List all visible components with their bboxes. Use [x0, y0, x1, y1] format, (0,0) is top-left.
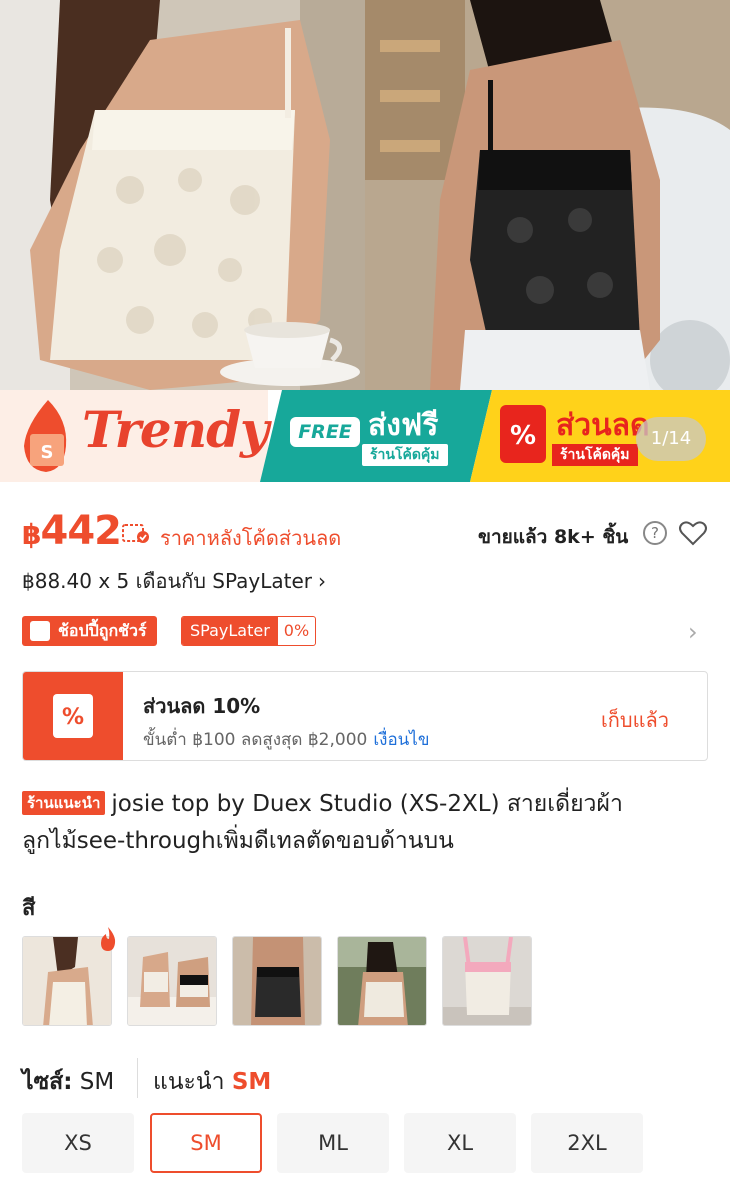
color-swatch-3[interactable] — [232, 936, 322, 1026]
product-title: ร้านแนะนำ josie top by Duex Studio (XS-2X… — [22, 786, 702, 860]
voucher-collected-button[interactable]: เก็บแล้ว — [601, 704, 669, 736]
voucher-card: % ส่วนลด 10% ขั้นต่ำ ฿100 ลดสูงสุด ฿2,00… — [22, 671, 708, 761]
product-price: ฿442 — [22, 508, 122, 554]
spay-rate: 0% — [283, 621, 310, 640]
size-option-2xl[interactable]: 2XL — [531, 1113, 643, 1173]
size-label: ไซส์: SM — [22, 1064, 114, 1100]
spaylater-badge[interactable]: SPayLater 0% — [181, 616, 317, 646]
shopee-bag-icon: S — [24, 400, 67, 472]
help-icon[interactable]: ? — [643, 521, 667, 545]
voucher-condition: ขั้นต่ำ ฿100 ลดสูงสุด ฿2,000 เงื่อนไข — [143, 726, 429, 753]
installment-text: ฿88.40 x 5 เดือนกับ SPayLater — [22, 569, 312, 593]
recommended-shop-tag: ร้านแนะนำ — [22, 791, 106, 815]
product-photo — [0, 0, 730, 390]
sold-count: ขายแล้ว 8k+ ชิ้น — [478, 526, 629, 548]
swatch-image — [338, 937, 426, 1025]
free-shipping-sub: ร้านโค้ดคุ้ม — [362, 444, 448, 466]
color-label: สี — [22, 896, 36, 921]
currency-symbol: ฿ — [22, 518, 42, 551]
discount-sub: ร้านโค้ดคุ้ม — [552, 444, 638, 466]
badges-chevron-icon[interactable]: › — [688, 618, 698, 646]
size-option-xl[interactable]: XL — [404, 1113, 516, 1173]
price-note: ราคาหลังโค้ดส่วนลด — [160, 526, 342, 550]
selected-size: SM — [79, 1069, 115, 1095]
recommend-value: SM — [231, 1069, 272, 1095]
swatch-image — [233, 937, 321, 1025]
spay-label: SPayLater — [182, 617, 278, 645]
voucher-icon-area: % — [23, 672, 123, 760]
trendy-section: S Trendy — [0, 390, 269, 482]
color-swatch-5[interactable] — [442, 936, 532, 1026]
swatch-image — [443, 937, 531, 1025]
coupon-check-icon — [122, 524, 149, 543]
voucher-title: ส่วนลด 10% — [143, 694, 261, 718]
size-label-text: ไซส์: — [22, 1069, 73, 1095]
voucher-terms-link[interactable]: เงื่อนไข — [373, 730, 429, 750]
discount-bag-icon: % — [500, 405, 546, 463]
size-recommendation[interactable]: แนะนำ SM — [153, 1064, 271, 1100]
recommend-label: แนะนำ — [153, 1069, 225, 1095]
spaylater-installment[interactable]: ฿88.40 x 5 เดือนกับ SPayLater › — [22, 565, 326, 597]
swatch-image — [128, 937, 216, 1025]
svg-text:S: S — [41, 442, 54, 463]
hot-flame-icon — [101, 927, 116, 951]
color-swatch-2[interactable] — [127, 936, 217, 1026]
shop-voucher-icon: % — [53, 694, 93, 738]
free-badge: FREE — [290, 417, 360, 447]
trendy-label: Trendy — [82, 400, 269, 459]
size-option-ml[interactable]: ML — [277, 1113, 389, 1173]
image-counter: 1/14 — [636, 417, 706, 461]
size-divider — [137, 1058, 138, 1098]
heart-icon[interactable] — [678, 518, 708, 548]
size-option-sm[interactable]: SM — [150, 1113, 262, 1173]
thumbs-up-icon — [30, 621, 50, 641]
color-swatch-4[interactable] — [337, 936, 427, 1026]
size-option-xs[interactable]: XS — [22, 1113, 134, 1173]
price-amount: 442 — [40, 508, 121, 554]
guarantee-label: ช้อปปี้ถูกชัวร์ — [58, 621, 147, 640]
shopee-guarantee-badge[interactable]: ช้อปปี้ถูกชัวร์ — [22, 616, 157, 646]
product-image-gallery[interactable] — [0, 0, 730, 390]
product-title-text: josie top by Duex Studio (XS-2XL) สายเดี… — [22, 791, 623, 854]
voucher-condition-text: ขั้นต่ำ ฿100 ลดสูงสุด ฿2,000 — [143, 730, 368, 750]
free-shipping-title: ส่งฟรี — [368, 408, 439, 443]
chevron-right-icon: › — [318, 569, 326, 593]
